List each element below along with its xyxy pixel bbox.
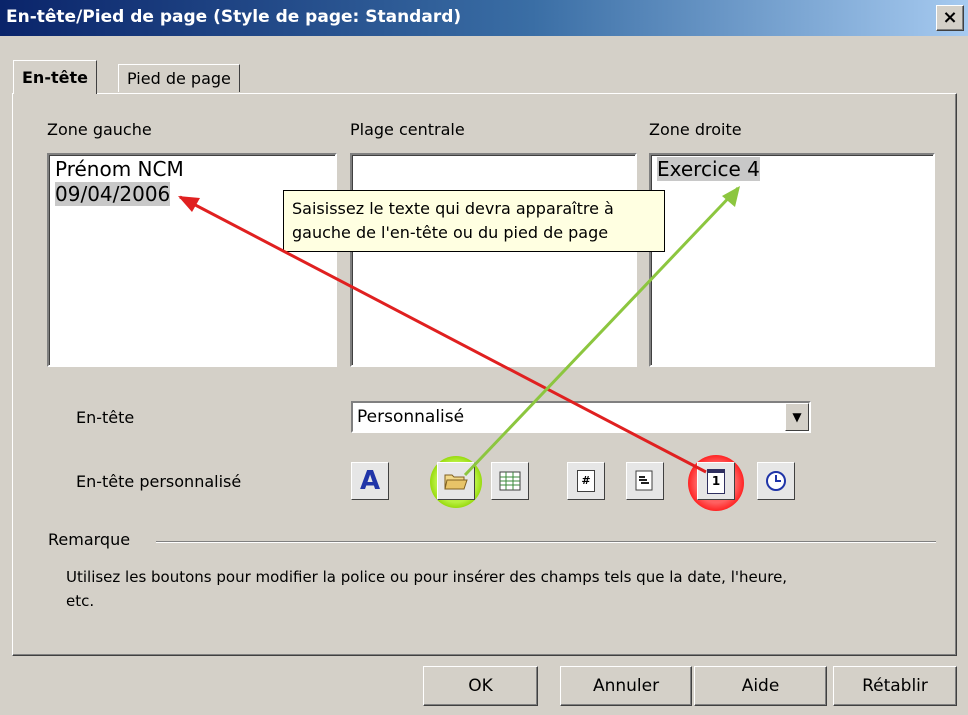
center-zone-label: Plage centrale bbox=[350, 120, 465, 139]
header-select-label: En-tête bbox=[76, 408, 135, 427]
remark-label: Remarque bbox=[48, 530, 131, 549]
right-zone-label: Zone droite bbox=[649, 120, 742, 139]
left-zone-label: Zone gauche bbox=[47, 120, 152, 139]
sheet-name-button[interactable] bbox=[491, 462, 529, 500]
tooltip-line-2: gauche de l'en-tête ou du pied de page bbox=[292, 223, 609, 242]
left-zone-line-1: Prénom NCM bbox=[55, 157, 184, 181]
help-button[interactable]: Aide bbox=[694, 666, 827, 706]
file-name-icon bbox=[444, 474, 468, 490]
font-attributes-button[interactable]: A bbox=[351, 462, 389, 500]
reset-button[interactable]: Rétablir bbox=[833, 666, 957, 706]
date-icon: 1 bbox=[707, 468, 725, 494]
remark-text-line-2: etc. bbox=[66, 592, 95, 610]
right-zone-textarea[interactable]: Exercice 4 bbox=[649, 153, 935, 367]
header-select[interactable]: Personnalisé ▼ bbox=[351, 401, 811, 433]
right-zone-line-1: Exercice 4 bbox=[657, 157, 760, 181]
file-name-button[interactable] bbox=[437, 462, 475, 500]
time-icon bbox=[766, 471, 786, 491]
page-count-icon bbox=[635, 470, 653, 491]
tab-header[interactable]: En-tête bbox=[13, 60, 97, 94]
remark-text-line-1: Utilisez les boutons pour modifier la po… bbox=[66, 568, 788, 586]
page-count-button[interactable] bbox=[626, 462, 664, 500]
font-attributes-icon: A bbox=[359, 466, 381, 496]
date-button[interactable]: 1 bbox=[697, 462, 735, 500]
cancel-button[interactable]: Annuler bbox=[560, 666, 692, 706]
title-bar[interactable]: En-tête/Pied de page (Style de page: Sta… bbox=[0, 0, 968, 36]
remark-separator bbox=[156, 541, 936, 543]
ok-button[interactable]: OK bbox=[423, 666, 538, 706]
tooltip-line-1: Saisissez le texte qui devra apparaître … bbox=[292, 199, 614, 218]
center-zone-textarea[interactable] bbox=[350, 153, 637, 367]
tab-footer[interactable]: Pied de page bbox=[118, 64, 240, 92]
time-button[interactable] bbox=[757, 462, 795, 500]
custom-header-label: En-tête personnalisé bbox=[76, 472, 242, 491]
chevron-down-icon[interactable]: ▼ bbox=[785, 403, 809, 431]
left-zone-line-2: 09/04/2006 bbox=[55, 182, 171, 206]
sheet-name-icon bbox=[499, 471, 521, 491]
page-number-button[interactable]: # bbox=[567, 462, 605, 500]
close-button[interactable]: × bbox=[936, 5, 964, 31]
tooltip: Saisissez le texte qui devra apparaître … bbox=[283, 190, 665, 252]
page-number-icon: # bbox=[577, 470, 595, 492]
dialog-title: En-tête/Pied de page (Style de page: Sta… bbox=[6, 7, 462, 27]
left-zone-textarea[interactable]: Prénom NCM 09/04/2006 bbox=[47, 153, 337, 367]
header-select-value: Personnalisé bbox=[357, 407, 465, 427]
